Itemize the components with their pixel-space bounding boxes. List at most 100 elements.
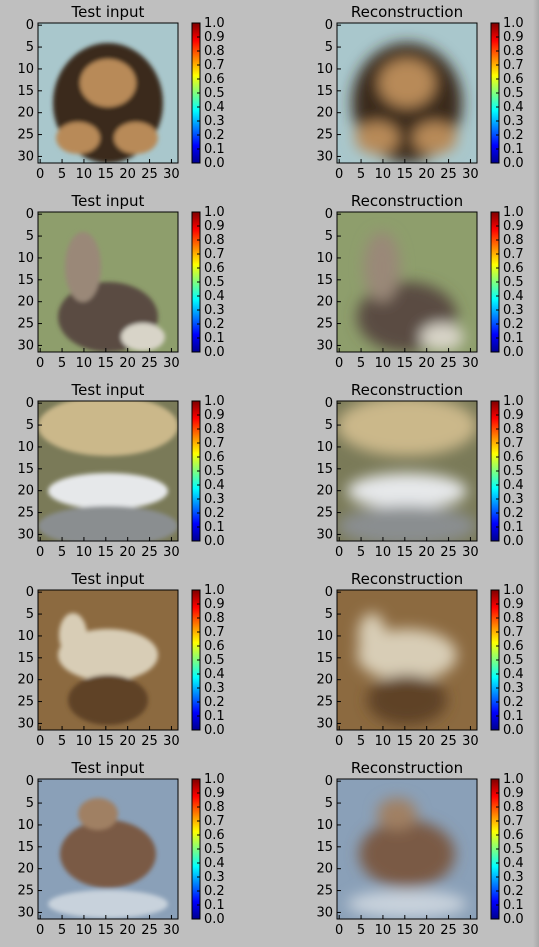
y-tick-label: 20 [17,862,34,877]
subplot-title: Reconstruction [351,570,463,588]
y-tick-label: 10 [316,251,333,266]
colorbar-tick-label: 0.3 [503,114,524,129]
colorbar-tick-label: 0.0 [204,534,225,549]
colorbar-tick-label: 0.5 [204,842,225,857]
image-blob [337,401,477,456]
x-tick-label: 15 [397,923,414,938]
image [337,779,477,919]
colorbar-tick-label: 0.8 [204,44,225,59]
y-tick-label: 25 [17,884,34,899]
image-blob [364,232,400,302]
x-tick-label: 10 [76,734,93,749]
colorbar-tick-label: 0.5 [204,464,225,479]
y-tick-label: 30 [17,716,34,731]
colorbar-tick-label: 0.4 [204,289,225,304]
subplot-2-reconstruction: Reconstruction0 5 10 15 20 25 30051015202530 0.… [316,192,523,371]
colorbar-tick-label: 0.7 [204,436,225,451]
subplot-4-reconstruction: Reconstruction0 5 10 15 20 25 30051015202530 0.… [316,570,523,749]
y-tick-label: 10 [17,62,34,77]
colorbar-tick-label: 0.0 [204,912,225,927]
x-tick-label: 10 [375,734,392,749]
x-tick-label: 20 [418,356,435,371]
colorbar-tick-label: 0.6 [204,261,225,276]
colorbar-tick-label: 0.7 [503,436,524,451]
image [337,23,477,163]
x-tick-label: 5 [58,923,66,938]
y-tick-label: 25 [316,128,333,143]
x-tick-label: 20 [418,923,435,938]
colorbar-tick-label: 0.6 [503,639,524,654]
subplot-title: Reconstruction [351,381,463,399]
subplot-4-test-input: Test input0 5 10 15 20 25 30051015202530 0.00.1… [17,570,224,749]
colorbar-tick-label: 1.0 [503,205,524,220]
x-tick-label: 5 [357,356,365,371]
colorbar-tick-label: 1.0 [204,394,225,409]
x-tick-label: 20 [119,356,136,371]
colorbar-tick-label: 0.1 [204,520,225,535]
colorbar-tick-label: 1.0 [204,583,225,598]
colorbar-tick-label: 0.8 [503,44,524,59]
colorbar-tick-label: 0.0 [503,723,524,738]
colorbar-tick-label: 0.3 [503,303,524,318]
colorbar-tick-label: 1.0 [503,583,524,598]
y-tick-label: 25 [316,506,333,521]
colorbar-tick-label: 0.2 [503,317,524,332]
colorbar-tick-label: 0.7 [204,247,225,262]
colorbar-tick-label: 0.2 [204,884,225,899]
colorbar-tick-label: 0.0 [503,345,524,360]
colorbar-tick-label: 0.0 [204,723,225,738]
colorbar-tick-label: 0.3 [204,303,225,318]
colorbar-tick-label: 0.5 [204,653,225,668]
colorbar-tick-label: 1.0 [204,205,225,220]
image-blob [59,613,87,657]
x-tick-label: 30 [462,734,479,749]
subplot-title: Test input [71,759,145,777]
subplot-5-reconstruction: Reconstruction0 5 10 15 20 25 30051015202530 0.… [316,759,523,938]
image-blob [80,59,136,107]
y-tick-label: 30 [316,149,333,164]
y-tick-label: 20 [17,295,34,310]
colorbar-tick-label: 0.2 [503,695,524,710]
x-tick-label: 5 [357,923,365,938]
y-tick-label: 20 [17,673,34,688]
y-tick-label: 15 [316,840,333,855]
colorbar-tick-label: 0.5 [503,842,524,857]
x-tick-label: 15 [98,356,115,371]
colorbar-tick-label: 0.4 [503,100,524,115]
image [337,212,477,352]
colorbar-tick-label: 0.9 [204,786,225,801]
colorbar-tick-label: 0.3 [503,681,524,696]
image-blob [355,122,399,154]
image-blob [347,890,467,918]
colorbar-tick-label: 0.8 [204,233,225,248]
y-tick-label: 25 [17,317,34,332]
x-tick-label: 5 [357,734,365,749]
image-blob [60,820,156,888]
y-tick-label: 30 [17,527,34,542]
x-tick-label: 10 [375,545,392,560]
y-tick-label: 20 [17,484,34,499]
x-tick-label: 15 [397,167,414,182]
x-tick-label: 25 [141,734,158,749]
colorbar-tick-label: 0.2 [204,128,225,143]
y-tick-label: 30 [316,338,333,353]
colorbar-tick-label: 0.2 [503,128,524,143]
colorbar-tick-label: 0.6 [204,450,225,465]
colorbar-tick-label: 0.7 [204,58,225,73]
x-tick-label: 20 [119,545,136,560]
colorbar-tick-label: 0.7 [503,247,524,262]
colorbar-tick-label: 0.1 [204,898,225,913]
image-blob [48,890,168,918]
x-tick-label: 25 [440,923,457,938]
x-tick-label: 5 [357,167,365,182]
colorbar-tick-label: 0.9 [204,597,225,612]
colorbar-tick-label: 0.1 [204,331,225,346]
y-tick-label: 5 [325,796,333,811]
colorbar-tick-label: 0.6 [204,72,225,87]
colorbar-tick-label: 0.3 [503,870,524,885]
image-blob [413,122,457,154]
y-tick-label: 5 [325,229,333,244]
y-tick-label: 15 [17,273,34,288]
x-tick-label: 10 [375,167,392,182]
colorbar-tick-label: 0.5 [204,86,225,101]
